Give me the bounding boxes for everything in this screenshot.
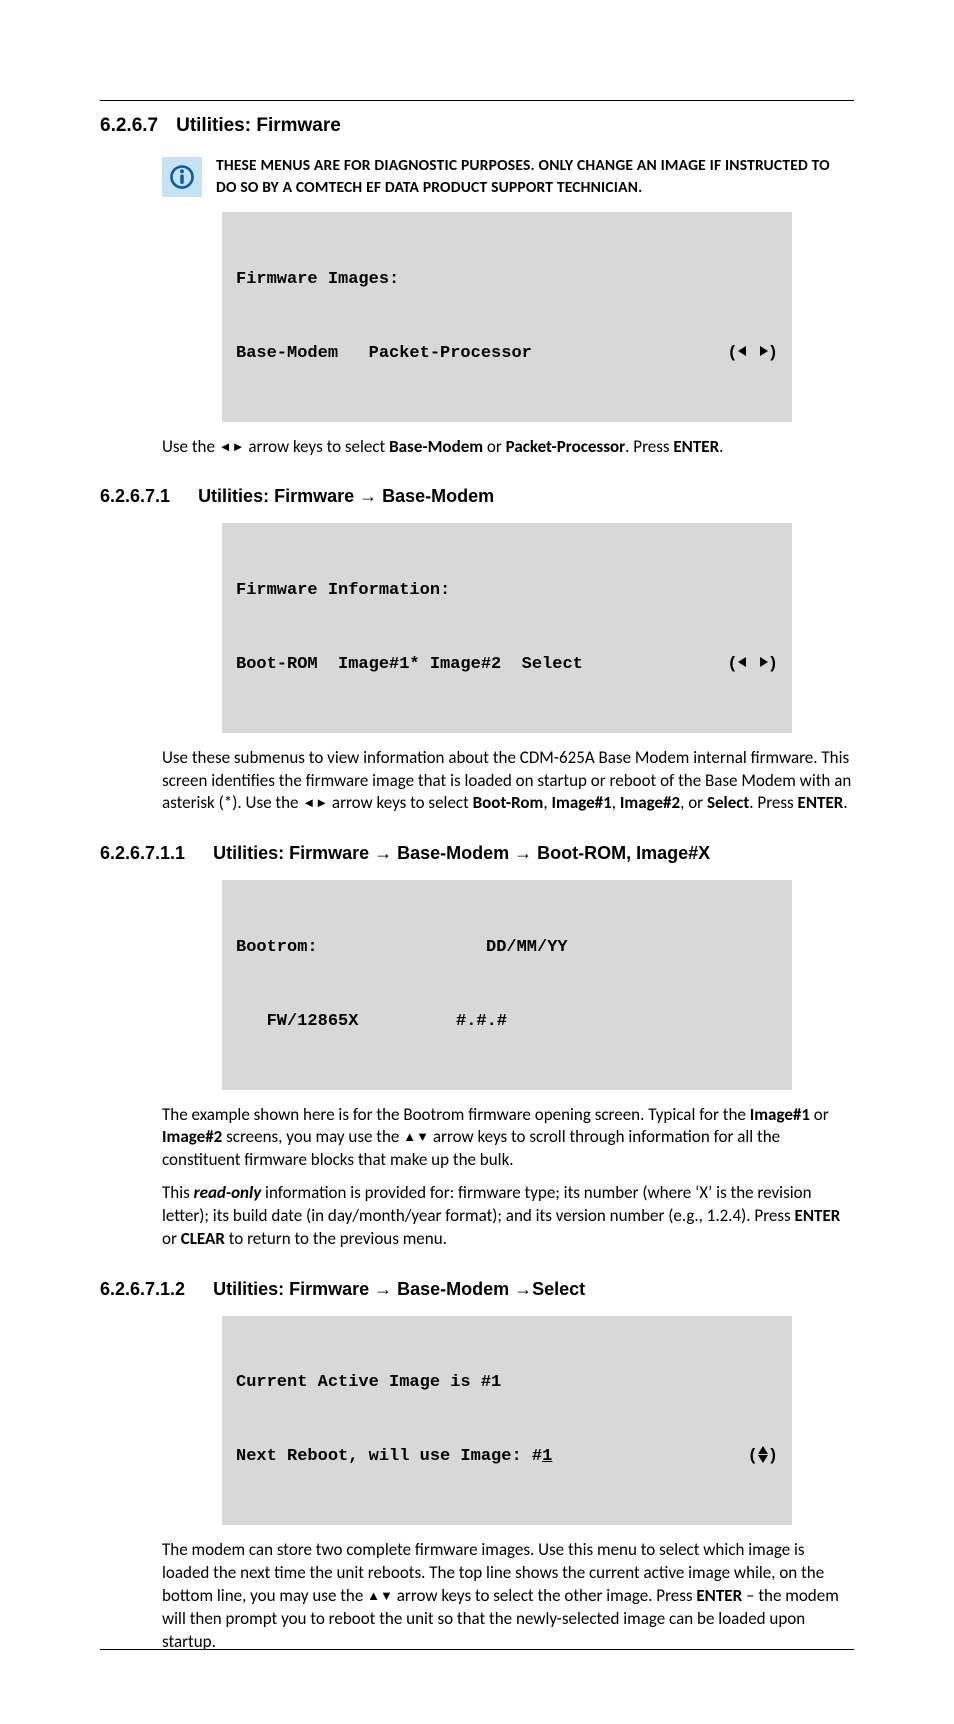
section-number: 6.2.6.7.1.1 bbox=[100, 843, 185, 864]
right-arrow-icon: ► bbox=[232, 440, 245, 455]
left-arrow-icon: ◄ bbox=[302, 796, 315, 811]
top-rule bbox=[100, 100, 854, 101]
section-number: 6.2.6.7.1 bbox=[100, 486, 170, 507]
lcd-line-1: Firmware Images: bbox=[236, 268, 778, 293]
heading-6-2-6-7: 6.2.6.7 Utilities: Firmware bbox=[100, 115, 854, 137]
right-arrow-icon: ► bbox=[315, 796, 328, 811]
section-title: Utilities: Firmware → Base-Modem →Select bbox=[213, 1279, 585, 1299]
info-icon bbox=[162, 157, 202, 197]
paragraph: Use these submenus to view information a… bbox=[162, 747, 854, 816]
heading-6-2-6-7-1-1: 6.2.6.7.1.1 Utilities: Firmware → Base-Mo… bbox=[100, 843, 854, 864]
lcd-bootrom: Bootrom: DD/MM/YY FW/12865X #.#.# bbox=[222, 880, 792, 1089]
lcd-select-image: Current Active Image is #1 Next Reboot, … bbox=[222, 1316, 792, 1525]
caution-text: THESE MENUS ARE FOR DIAGNOSTIC PURPOSES.… bbox=[216, 155, 854, 198]
lcd-line-2: FW/12865X #.#.# bbox=[236, 1010, 778, 1035]
section-title: Utilities: Firmware → Base-Modem bbox=[198, 486, 494, 506]
paragraph: The modem can store two complete firmwar… bbox=[162, 1539, 854, 1654]
bottom-rule bbox=[100, 1649, 854, 1650]
caution-note: THESE MENUS ARE FOR DIAGNOSTIC PURPOSES.… bbox=[162, 155, 854, 198]
lcd-firmware-information: Firmware Information: Boot-ROM Image#1* … bbox=[222, 523, 792, 732]
left-arrow-icon: ◄ bbox=[219, 440, 232, 455]
up-arrow-icon: ▲ bbox=[403, 1130, 416, 1145]
lcd-line-1: Bootrom: DD/MM/YY bbox=[236, 936, 778, 961]
section-title: Utilities: Firmware bbox=[176, 115, 341, 136]
lcd-line-2: Next Reboot, will use Image: #1 () bbox=[236, 1445, 778, 1470]
section-number: 6.2.6.7 bbox=[100, 115, 158, 137]
down-arrow-icon: ▼ bbox=[380, 1589, 393, 1604]
lcd-line-1: Firmware Information: bbox=[236, 579, 778, 604]
heading-6-2-6-7-1: 6.2.6.7.1 Utilities: Firmware → Base-Mode… bbox=[100, 486, 854, 507]
left-right-arrows-icon: ( ) bbox=[727, 653, 778, 678]
lcd-line-2: Boot-ROM Image#1* Image#2 Select ( ) bbox=[236, 653, 778, 678]
lcd-firmware-images: Firmware Images: Base-Modem Packet-Proce… bbox=[222, 212, 792, 421]
paragraph: This read-only information is provided f… bbox=[162, 1182, 854, 1251]
paragraph: Use the ◄► arrow keys to select Base-Mod… bbox=[162, 436, 854, 459]
lcd-line-1: Current Active Image is #1 bbox=[236, 1371, 778, 1396]
document-page: 6.2.6.7 Utilities: Firmware THESE MENUS A… bbox=[0, 0, 954, 1724]
down-arrow-icon: ▼ bbox=[416, 1130, 429, 1145]
section-number: 6.2.6.7.1.2 bbox=[100, 1279, 185, 1300]
up-down-arrows-icon: () bbox=[748, 1445, 778, 1470]
left-right-arrows-icon: ( ) bbox=[727, 342, 778, 367]
section-title: Utilities: Firmware → Base-Modem → Boot-… bbox=[213, 843, 710, 863]
up-arrow-icon: ▲ bbox=[367, 1589, 380, 1604]
paragraph: The example shown here is for the Bootro… bbox=[162, 1104, 854, 1173]
heading-6-2-6-7-1-2: 6.2.6.7.1.2 Utilities: Firmware → Base-Mo… bbox=[100, 1279, 854, 1300]
lcd-line-2: Base-Modem Packet-Processor ( ) bbox=[236, 342, 778, 367]
